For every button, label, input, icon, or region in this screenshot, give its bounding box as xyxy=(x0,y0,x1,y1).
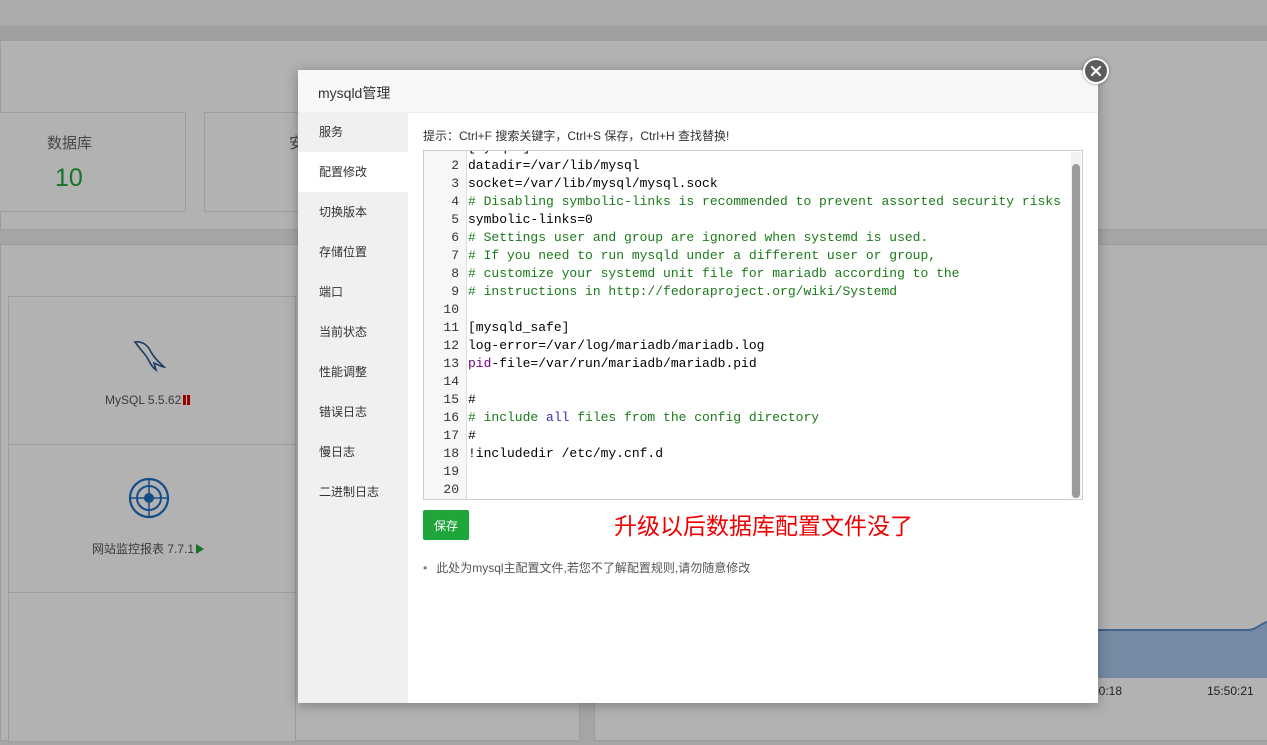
editor-line[interactable]: 7 # If you need to run mysqld under a dif… xyxy=(424,247,1072,265)
line-text: log-error=/var/log/mariadb/mariadb.log xyxy=(468,338,765,353)
line-number: 5 xyxy=(451,212,459,227)
editor-line[interactable]: 18 !includedir /etc/my.cnf.d xyxy=(424,445,1072,463)
sidebar-item-port[interactable]: 端口 xyxy=(298,272,408,312)
line-text: symbolic-links=0 xyxy=(468,212,593,227)
editor-line[interactable]: 16 # include all files from the config di… xyxy=(424,409,1072,427)
line-text: # Disabling symbolic-links is recommende… xyxy=(468,194,1061,209)
editor-line[interactable]: 11 [mysqld_safe] xyxy=(424,319,1072,337)
sidebar-item-service[interactable]: 服务 xyxy=(298,112,408,152)
line-number: 9 xyxy=(451,284,459,299)
editor-line[interactable]: 4 # Disabling symbolic-links is recommend… xyxy=(424,193,1072,211)
sidebar-item-storage[interactable]: 存储位置 xyxy=(298,232,408,272)
sidebar-item-switch-version[interactable]: 切换版本 xyxy=(298,192,408,232)
line-text: # Settings user and group are ignored wh… xyxy=(468,230,929,245)
close-dialog-button[interactable] xyxy=(1083,58,1109,84)
line-number: 13 xyxy=(443,356,459,371)
editor-line[interactable]: 13 pid-file=/var/run/mariadb/mariadb.pid xyxy=(424,355,1072,373)
editor-line[interactable]: 15 # xyxy=(424,391,1072,409)
line-number: 11 xyxy=(443,320,459,335)
editor-line[interactable]: 20 xyxy=(424,481,1072,499)
line-text: pid-file=/var/run/mariadb/mariadb.pid xyxy=(468,356,757,371)
sidebar-item-slow-log[interactable]: 慢日志 xyxy=(298,432,408,472)
line-text: # xyxy=(468,428,476,443)
close-icon xyxy=(1090,65,1102,77)
line-text: # include all files from the config dire… xyxy=(468,410,820,425)
dialog-sidebar: 服务 配置修改 切换版本 存储位置 端口 当前状态 性能调整 错误日志 慢日志 … xyxy=(298,112,408,703)
line-number: 4 xyxy=(451,194,459,209)
sidebar-item-config[interactable]: 配置修改 xyxy=(298,152,408,192)
line-number: 7 xyxy=(451,248,459,263)
editor-line[interactable]: 8 # customize your systemd unit file for … xyxy=(424,265,1072,283)
line-text: [mysqld] xyxy=(468,151,530,157)
line-text: socket=/var/lib/mysql/mysql.sock xyxy=(468,176,718,191)
line-number: 2 xyxy=(451,158,459,173)
dialog-header: mysqld管理 xyxy=(298,70,1098,113)
editor-line[interactable]: 6 # Settings user and group are ignored w… xyxy=(424,229,1072,247)
line-number: 6 xyxy=(451,230,459,245)
line-number: 14 xyxy=(443,374,459,389)
line-number: 10 xyxy=(443,302,459,317)
line-text: # customize your systemd unit file for m… xyxy=(468,266,960,281)
line-text: !includedir /etc/my.cnf.d xyxy=(468,446,664,461)
line-text: datadir=/var/lib/mysql xyxy=(468,158,640,173)
save-button[interactable]: 保存 xyxy=(423,510,469,540)
shortcut-tip: 提示：Ctrl+F 搜索关键字，Ctrl+S 保存，Ctrl+H 查找替换! xyxy=(423,129,730,143)
line-number: 3 xyxy=(451,176,459,191)
mysqld-manager-dialog: mysqld管理 服务 配置修改 切换版本 存储位置 端口 当前状态 性能调整 … xyxy=(298,70,1098,703)
editor-line[interactable]: 3 socket=/var/lib/mysql/mysql.sock xyxy=(424,175,1072,193)
line-text: # instructions in http://fedoraproject.o… xyxy=(468,284,898,299)
config-editor[interactable]: 1 [mysqld] 2 datadir=/var/lib/mysql 3 socket=… xyxy=(423,150,1083,500)
line-number: 19 xyxy=(443,464,459,479)
line-text: [mysqld_safe] xyxy=(468,320,570,335)
line-text: # xyxy=(468,392,476,407)
line-text: # If you need to run mysqld under a diff… xyxy=(468,248,937,263)
line-number: 18 xyxy=(443,446,459,461)
sidebar-item-error-log[interactable]: 错误日志 xyxy=(298,392,408,432)
annotation-text: 升级以后数据库配置文件没了 xyxy=(614,513,913,539)
line-number: 8 xyxy=(451,266,459,281)
line-number: 1 xyxy=(424,151,459,157)
editor-line[interactable]: 5 symbolic-links=0 xyxy=(424,211,1072,229)
config-warning-note: 此处为mysql主配置文件,若您不了解配置规则,请勿随意修改 xyxy=(423,559,750,576)
scrollbar-thumb[interactable] xyxy=(1072,164,1080,498)
editor-line[interactable]: 19 xyxy=(424,463,1072,481)
editor-line[interactable]: 1 [mysqld] xyxy=(424,151,1072,157)
editor-line[interactable]: 9 # instructions in http://fedoraproject.… xyxy=(424,283,1072,301)
editor-line[interactable]: 12 log-error=/var/log/mariadb/mariadb.log xyxy=(424,337,1072,355)
line-number: 20 xyxy=(443,482,459,497)
dialog-title: mysqld管理 xyxy=(318,85,391,101)
line-number: 16 xyxy=(443,410,459,425)
editor-scrollbar[interactable] xyxy=(1071,152,1081,498)
sidebar-item-binlog[interactable]: 二进制日志 xyxy=(298,472,408,512)
line-number: 15 xyxy=(443,392,459,407)
code-lines[interactable]: 1 [mysqld] 2 datadir=/var/lib/mysql 3 socket=… xyxy=(424,151,1072,499)
sidebar-item-performance[interactable]: 性能调整 xyxy=(298,352,408,392)
editor-line[interactable]: 14 xyxy=(424,373,1072,391)
editor-line[interactable]: 10 xyxy=(424,301,1072,319)
sidebar-item-status[interactable]: 当前状态 xyxy=(298,312,408,352)
editor-line[interactable]: 2 datadir=/var/lib/mysql xyxy=(424,157,1072,175)
editor-line[interactable]: 17 # xyxy=(424,427,1072,445)
line-number: 12 xyxy=(443,338,459,353)
line-number: 17 xyxy=(443,428,459,443)
